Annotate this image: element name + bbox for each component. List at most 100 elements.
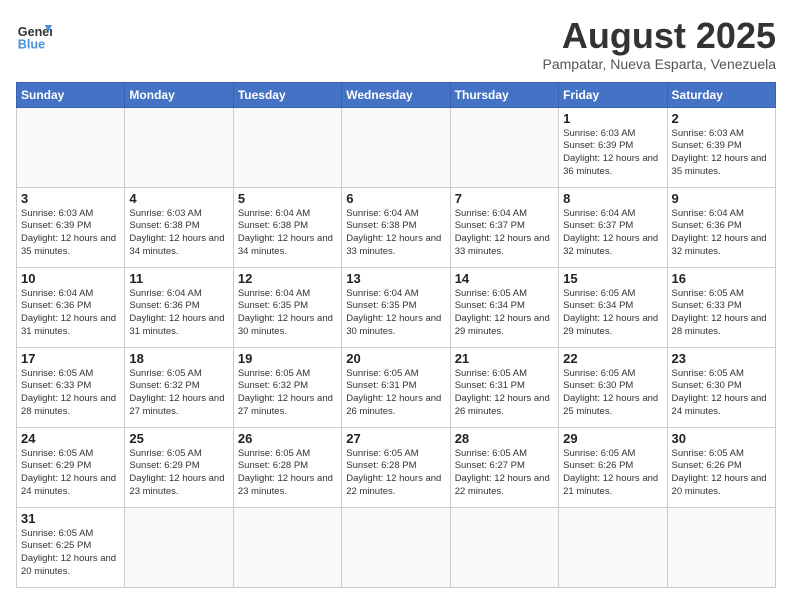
day-info: Sunrise: 6:05 AMSunset: 6:27 PMDaylight:… — [455, 448, 554, 499]
day-info: Sunrise: 6:05 AMSunset: 6:31 PMDaylight:… — [455, 368, 554, 419]
calendar-title: August 2025 — [543, 16, 776, 56]
calendar-cell: 13Sunrise: 6:04 AMSunset: 6:35 PMDayligh… — [342, 267, 450, 347]
calendar-cell — [233, 507, 341, 587]
day-number: 7 — [455, 191, 554, 206]
calendar-week-6: 31 Sunrise: 6:05 AMSunset: 6:25 PMDayligh… — [17, 507, 776, 587]
day-info: Sunrise: 6:05 AMSunset: 6:34 PMDaylight:… — [455, 288, 554, 339]
day-info: Sunrise: 6:05 AMSunset: 6:28 PMDaylight:… — [238, 448, 337, 499]
calendar-cell: 26 Sunrise: 6:05 AMSunset: 6:28 PMDayligh… — [233, 427, 341, 507]
day-info: Sunrise: 6:05 AMSunset: 6:30 PMDaylight:… — [563, 368, 662, 419]
day-info: Sunrise: 6:05 AMSunset: 6:25 PMDaylight:… — [21, 528, 120, 579]
day-number: 31 — [21, 511, 120, 526]
day-info: Sunrise: 6:05 AMSunset: 6:29 PMDaylight:… — [129, 448, 228, 499]
weekday-header-row: SundayMondayTuesdayWednesdayThursdayFrid… — [17, 82, 776, 107]
day-number: 15 — [563, 271, 662, 286]
weekday-wednesday: Wednesday — [342, 82, 450, 107]
calendar-cell — [342, 107, 450, 187]
calendar-table: SundayMondayTuesdayWednesdayThursdayFrid… — [16, 82, 776, 588]
calendar-cell: 10 Sunrise: 6:04 AMSunset: 6:36 PMDayligh… — [17, 267, 125, 347]
calendar-cell: 7 Sunrise: 6:04 AMSunset: 6:37 PMDaylight… — [450, 187, 558, 267]
day-number: 12 — [238, 271, 337, 286]
calendar-cell: 19 Sunrise: 6:05 AMSunset: 6:32 PMDayligh… — [233, 347, 341, 427]
day-info: Sunrise: 6:03 AMSunset: 6:39 PMDaylight:… — [672, 128, 771, 179]
calendar-cell: 5 Sunrise: 6:04 AMSunset: 6:38 PMDaylight… — [233, 187, 341, 267]
day-info: Sunrise: 6:05 AMSunset: 6:32 PMDaylight:… — [129, 368, 228, 419]
day-number: 14 — [455, 271, 554, 286]
calendar-week-1: 1Sunrise: 6:03 AMSunset: 6:39 PMDaylight… — [17, 107, 776, 187]
day-number: 17 — [21, 351, 120, 366]
calendar-cell: 18Sunrise: 6:05 AMSunset: 6:32 PMDayligh… — [125, 347, 233, 427]
calendar-cell: 11Sunrise: 6:04 AMSunset: 6:36 PMDayligh… — [125, 267, 233, 347]
calendar-cell: 31 Sunrise: 6:05 AMSunset: 6:25 PMDayligh… — [17, 507, 125, 587]
day-number: 10 — [21, 271, 120, 286]
day-number: 26 — [238, 431, 337, 446]
calendar-cell: 6 Sunrise: 6:04 AMSunset: 6:38 PMDaylight… — [342, 187, 450, 267]
calendar-cell: 20Sunrise: 6:05 AMSunset: 6:31 PMDayligh… — [342, 347, 450, 427]
weekday-saturday: Saturday — [667, 82, 775, 107]
calendar-cell — [233, 107, 341, 187]
day-number: 30 — [672, 431, 771, 446]
day-number: 5 — [238, 191, 337, 206]
calendar-cell — [125, 107, 233, 187]
day-info: Sunrise: 6:05 AMSunset: 6:33 PMDaylight:… — [21, 368, 120, 419]
day-number: 4 — [129, 191, 228, 206]
weekday-tuesday: Tuesday — [233, 82, 341, 107]
day-info: Sunrise: 6:04 AMSunset: 6:35 PMDaylight:… — [346, 288, 445, 339]
day-number: 23 — [672, 351, 771, 366]
day-number: 19 — [238, 351, 337, 366]
day-info: Sunrise: 6:04 AMSunset: 6:37 PMDaylight:… — [455, 208, 554, 259]
day-number: 25 — [129, 431, 228, 446]
calendar-header: SundayMondayTuesdayWednesdayThursdayFrid… — [17, 82, 776, 107]
day-info: Sunrise: 6:04 AMSunset: 6:38 PMDaylight:… — [346, 208, 445, 259]
calendar-cell — [17, 107, 125, 187]
day-info: Sunrise: 6:05 AMSunset: 6:34 PMDaylight:… — [563, 288, 662, 339]
calendar-cell — [450, 107, 558, 187]
calendar-subtitle: Pampatar, Nueva Esparta, Venezuela — [543, 56, 776, 72]
calendar-cell: 8 Sunrise: 6:04 AMSunset: 6:37 PMDaylight… — [559, 187, 667, 267]
calendar-cell: 17 Sunrise: 6:05 AMSunset: 6:33 PMDayligh… — [17, 347, 125, 427]
calendar-cell — [450, 507, 558, 587]
day-info: Sunrise: 6:03 AMSunset: 6:38 PMDaylight:… — [129, 208, 228, 259]
calendar-body: 1Sunrise: 6:03 AMSunset: 6:39 PMDaylight… — [17, 107, 776, 587]
calendar-week-3: 10 Sunrise: 6:04 AMSunset: 6:36 PMDayligh… — [17, 267, 776, 347]
calendar-week-5: 24 Sunrise: 6:05 AMSunset: 6:29 PMDayligh… — [17, 427, 776, 507]
day-info: Sunrise: 6:04 AMSunset: 6:35 PMDaylight:… — [238, 288, 337, 339]
calendar-cell: 2 Sunrise: 6:03 AMSunset: 6:39 PMDaylight… — [667, 107, 775, 187]
calendar-cell: 9Sunrise: 6:04 AMSunset: 6:36 PMDaylight… — [667, 187, 775, 267]
day-number: 6 — [346, 191, 445, 206]
day-number: 2 — [672, 111, 771, 126]
calendar-cell: 25 Sunrise: 6:05 AMSunset: 6:29 PMDayligh… — [125, 427, 233, 507]
calendar-cell — [559, 507, 667, 587]
day-info: Sunrise: 6:04 AMSunset: 6:38 PMDaylight:… — [238, 208, 337, 259]
weekday-sunday: Sunday — [17, 82, 125, 107]
day-number: 3 — [21, 191, 120, 206]
calendar-cell: 1Sunrise: 6:03 AMSunset: 6:39 PMDaylight… — [559, 107, 667, 187]
day-number: 22 — [563, 351, 662, 366]
page-header: General Blue August 2025 Pampatar, Nueva… — [16, 16, 776, 72]
calendar-cell: 16Sunrise: 6:05 AMSunset: 6:33 PMDayligh… — [667, 267, 775, 347]
svg-text:Blue: Blue — [18, 37, 45, 51]
calendar-cell: 21Sunrise: 6:05 AMSunset: 6:31 PMDayligh… — [450, 347, 558, 427]
day-info: Sunrise: 6:05 AMSunset: 6:28 PMDaylight:… — [346, 448, 445, 499]
weekday-thursday: Thursday — [450, 82, 558, 107]
calendar-cell — [125, 507, 233, 587]
day-number: 16 — [672, 271, 771, 286]
day-info: Sunrise: 6:05 AMSunset: 6:26 PMDaylight:… — [563, 448, 662, 499]
day-number: 29 — [563, 431, 662, 446]
calendar-cell: 28Sunrise: 6:05 AMSunset: 6:27 PMDayligh… — [450, 427, 558, 507]
calendar-cell: 3 Sunrise: 6:03 AMSunset: 6:39 PMDaylight… — [17, 187, 125, 267]
day-info: Sunrise: 6:04 AMSunset: 6:36 PMDaylight:… — [129, 288, 228, 339]
calendar-cell: 24Sunrise: 6:05 AMSunset: 6:29 PMDayligh… — [17, 427, 125, 507]
calendar-cell — [342, 507, 450, 587]
day-info: Sunrise: 6:04 AMSunset: 6:37 PMDaylight:… — [563, 208, 662, 259]
day-number: 8 — [563, 191, 662, 206]
logo-icon: General Blue — [16, 16, 52, 52]
logo: General Blue — [16, 16, 52, 52]
day-info: Sunrise: 6:03 AMSunset: 6:39 PMDaylight:… — [21, 208, 120, 259]
day-info: Sunrise: 6:04 AMSunset: 6:36 PMDaylight:… — [672, 208, 771, 259]
day-info: Sunrise: 6:04 AMSunset: 6:36 PMDaylight:… — [21, 288, 120, 339]
calendar-cell: 23Sunrise: 6:05 AMSunset: 6:30 PMDayligh… — [667, 347, 775, 427]
day-number: 24 — [21, 431, 120, 446]
day-info: Sunrise: 6:05 AMSunset: 6:32 PMDaylight:… — [238, 368, 337, 419]
calendar-week-4: 17 Sunrise: 6:05 AMSunset: 6:33 PMDayligh… — [17, 347, 776, 427]
